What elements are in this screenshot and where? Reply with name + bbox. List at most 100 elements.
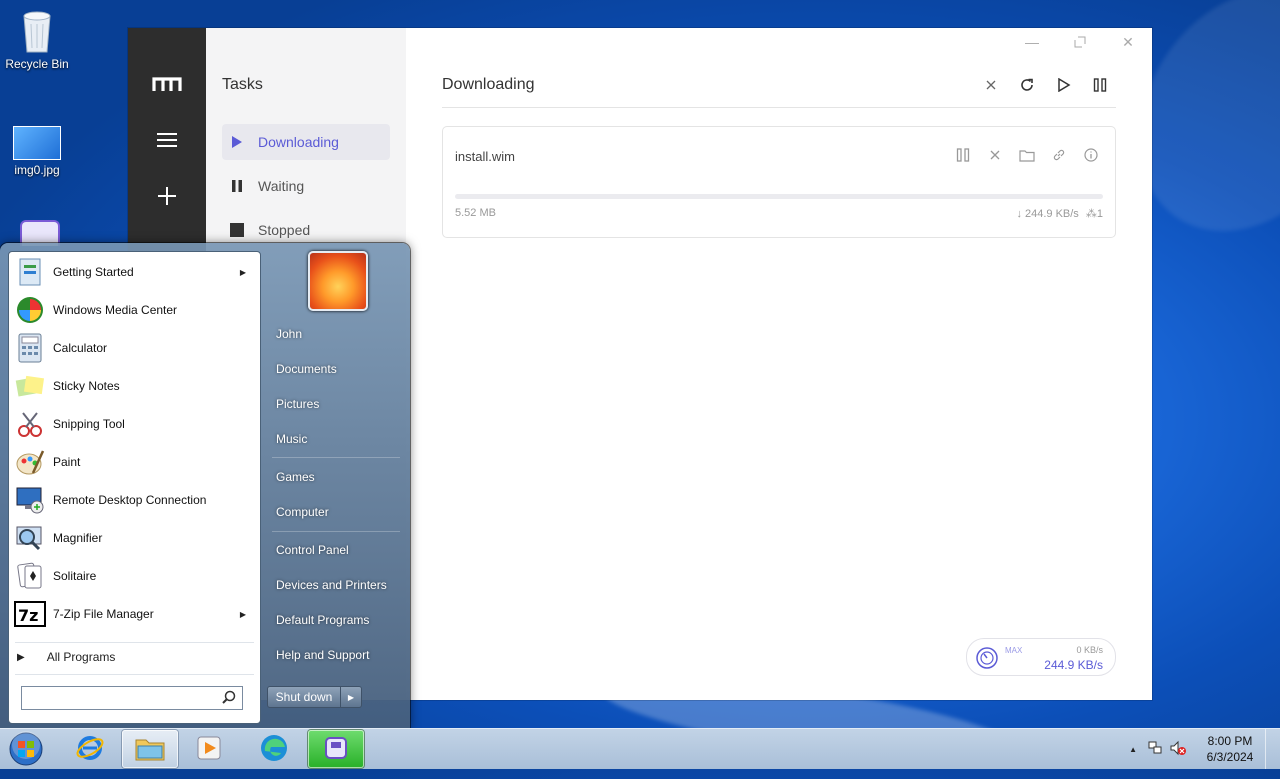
place-pictures[interactable]: Pictures <box>276 397 319 411</box>
refresh-icon[interactable] <box>1015 73 1039 97</box>
page-title: Downloading <box>442 76 535 93</box>
place-default-programs[interactable]: Default Programs <box>276 613 369 627</box>
program-sticky-notes[interactable]: Sticky Notes <box>11 368 258 404</box>
info-icon[interactable] <box>1079 143 1103 167</box>
desktop-icon-recycle-bin[interactable]: Recycle Bin <box>2 8 72 71</box>
program-calculator[interactable]: Calculator <box>11 330 258 366</box>
download-speed-total: 244.9 KB/s <box>1044 658 1103 672</box>
program-label: Windows Media Center <box>53 303 178 317</box>
motrix-icon <box>324 736 348 763</box>
add-task-icon[interactable] <box>147 176 187 216</box>
sticky-notes-icon <box>13 370 47 402</box>
maximize-button[interactable] <box>1068 34 1092 50</box>
place-control-panel[interactable]: Control Panel <box>276 543 349 557</box>
main-panel: — ✕ Downloading install.wim 5.52 MB ↓ 24… <box>406 28 1152 700</box>
magnifier-icon <box>13 522 47 554</box>
divider <box>442 107 1116 108</box>
minimize-button[interactable]: — <box>1020 34 1044 50</box>
taskbar-edge[interactable] <box>246 730 302 768</box>
search-icon[interactable] <box>222 690 236 707</box>
svg-text:7z: 7z <box>18 606 38 625</box>
place-user[interactable]: John <box>276 327 302 341</box>
task-name: install.wim <box>455 149 515 164</box>
place-help-support[interactable]: Help and Support <box>276 648 369 662</box>
pause-all-icon[interactable] <box>1088 73 1112 97</box>
speed-widget[interactable]: MAX 0 KB/s 244.9 KB/s <box>966 638 1116 676</box>
desktop-icon-img0[interactable]: img0.jpg <box>2 126 72 177</box>
paint-icon <box>13 446 47 478</box>
program-label: Getting Started <box>53 265 134 279</box>
program-solitaire[interactable]: Solitaire <box>11 558 258 594</box>
shutdown-options-icon[interactable]: ▶ <box>341 686 362 708</box>
show-hidden-icons-icon[interactable]: ▲ <box>1129 745 1137 754</box>
pause-icon[interactable] <box>951 143 975 167</box>
program-paint[interactable]: Paint <box>11 444 258 480</box>
program-magnifier[interactable]: Magnifier <box>11 520 258 556</box>
upload-speed: 0 KB/s <box>1076 645 1103 655</box>
folder-icon <box>134 734 166 765</box>
folder-icon[interactable] <box>1015 143 1039 167</box>
nav-item-label: Waiting <box>258 178 305 194</box>
place-computer[interactable]: Computer <box>276 505 329 519</box>
shutdown-button[interactable]: Shut down <box>267 686 341 708</box>
media-center-icon <box>13 294 47 326</box>
start-programs-pane: Getting Started ▶ Windows Media Center C… <box>8 251 261 724</box>
delete-icon[interactable] <box>983 143 1007 167</box>
link-icon[interactable] <box>1047 143 1071 167</box>
close-button[interactable]: ✕ <box>1116 34 1140 50</box>
clock[interactable]: 8:00 PM 6/3/2024 <box>1195 733 1265 765</box>
place-documents[interactable]: Documents <box>276 362 337 376</box>
start-places-pane: John Documents Pictures Music Games Comp… <box>266 243 410 729</box>
menu-icon[interactable] <box>147 120 187 160</box>
pause-icon <box>222 179 252 193</box>
system-tray: ▲ 8:00 PM 6/3/2024 <box>1129 729 1280 769</box>
remote-desktop-icon <box>13 484 47 516</box>
taskbar-media-player[interactable] <box>182 730 238 768</box>
network-icon[interactable] <box>1147 740 1163 759</box>
program-7zip[interactable]: 7z 7-Zip File Manager ▶ <box>11 596 258 632</box>
edge-icon <box>259 733 289 766</box>
program-label: Magnifier <box>53 531 103 545</box>
nav-item-waiting[interactable]: Waiting <box>222 168 390 204</box>
taskbar-internet-explorer[interactable] <box>62 730 118 768</box>
program-label: Solitaire <box>53 569 97 583</box>
place-music[interactable]: Music <box>276 432 307 446</box>
place-games[interactable]: Games <box>276 470 315 484</box>
program-snipping-tool[interactable]: Snipping Tool <box>11 406 258 442</box>
resume-all-icon[interactable] <box>1052 73 1076 97</box>
taskbar-windows-explorer[interactable] <box>122 730 178 768</box>
place-devices-printers[interactable]: Devices and Printers <box>276 578 387 592</box>
speedometer-icon <box>975 646 999 673</box>
program-remote-desktop[interactable]: Remote Desktop Connection <box>11 482 258 518</box>
download-speed: ↓ 244.9 KB/s <box>1016 208 1079 220</box>
snipping-tool-icon <box>13 408 47 440</box>
delete-all-icon[interactable] <box>979 73 1003 97</box>
task-item[interactable]: install.wim 5.52 MB ↓ 244.9 KB/s ⁂1 <box>442 126 1116 238</box>
volume-muted-icon[interactable] <box>1169 740 1187 759</box>
desktop-icon-label: Recycle Bin <box>5 57 69 71</box>
arrow-right-icon: ▶ <box>17 651 25 663</box>
program-getting-started[interactable]: Getting Started ▶ <box>11 254 258 290</box>
stop-icon <box>222 223 252 237</box>
logo-icon[interactable] <box>147 64 187 104</box>
all-programs-button[interactable]: ▶ All Programs <box>17 650 115 664</box>
start-menu: Getting Started ▶ Windows Media Center C… <box>0 243 410 729</box>
user-avatar[interactable] <box>308 251 368 311</box>
all-programs-label: All Programs <box>46 650 116 664</box>
recycle-bin-icon <box>20 8 54 54</box>
search-input[interactable] <box>22 687 220 707</box>
nav-title: Tasks <box>222 76 263 93</box>
task-progress-bar <box>455 194 1103 199</box>
nav-item-downloading[interactable]: Downloading <box>222 124 390 160</box>
submenu-arrow-icon: ▶ <box>239 267 246 277</box>
taskbar-motrix[interactable] <box>308 730 364 768</box>
show-desktop-button[interactable] <box>1265 729 1280 769</box>
program-windows-media-center[interactable]: Windows Media Center <box>11 292 258 328</box>
calculator-icon <box>13 332 47 364</box>
internet-explorer-icon <box>75 733 105 766</box>
start-search-box[interactable] <box>21 686 243 710</box>
clock-date: 6/3/2024 <box>1206 750 1254 764</box>
start-button[interactable] <box>6 730 46 768</box>
task-actions <box>951 143 1103 167</box>
taskbar: ▲ 8:00 PM 6/3/2024 <box>0 728 1280 769</box>
